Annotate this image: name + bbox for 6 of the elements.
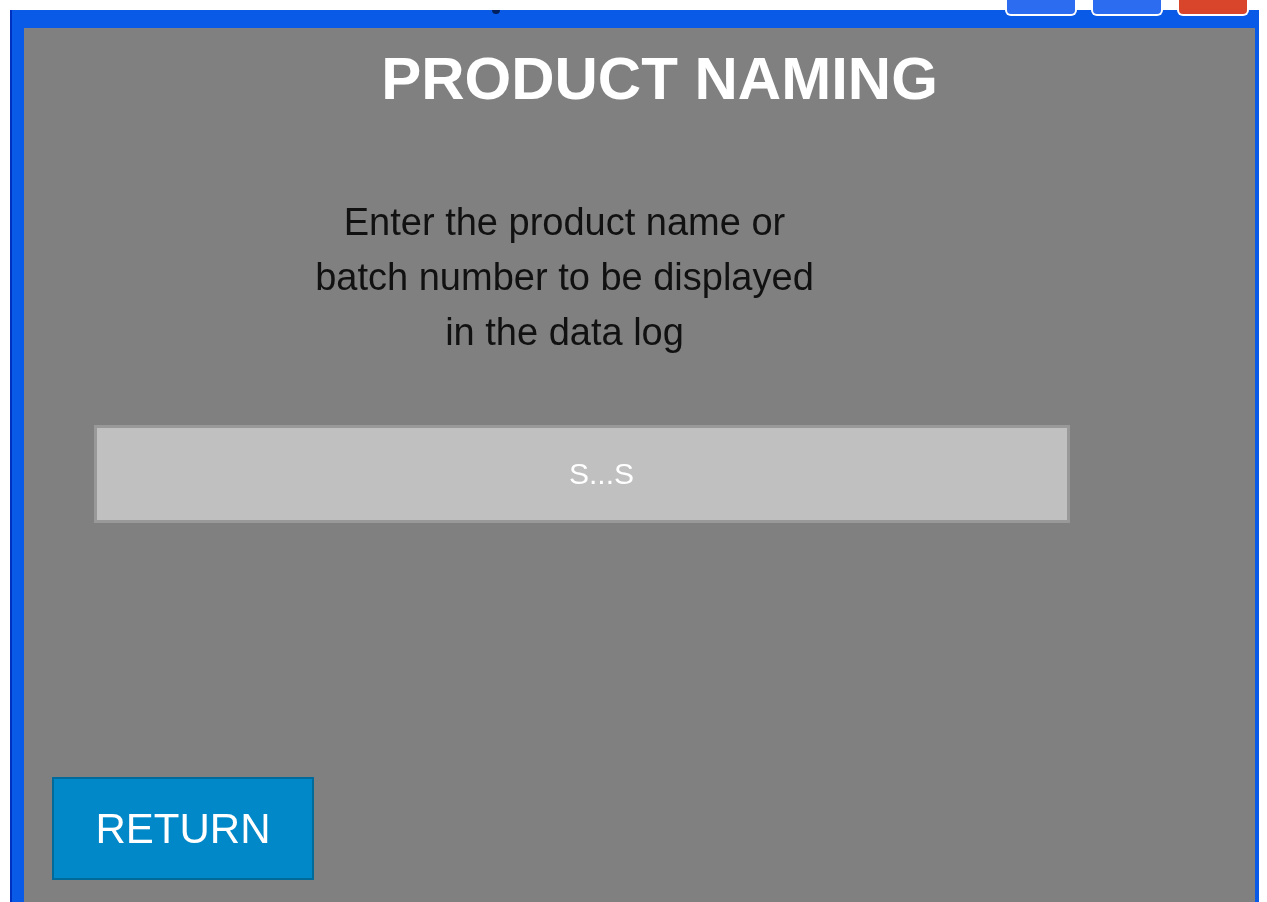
return-button[interactable]: RETURN xyxy=(52,777,314,880)
close-button[interactable] xyxy=(1177,0,1249,16)
instruction-text: Enter the product name or batch number to be displayed in the data log xyxy=(314,200,815,355)
minimize-button[interactable] xyxy=(1005,0,1077,16)
screen-title: PRODUCT NAMING xyxy=(381,44,938,113)
maximize-button[interactable] xyxy=(1091,0,1163,16)
